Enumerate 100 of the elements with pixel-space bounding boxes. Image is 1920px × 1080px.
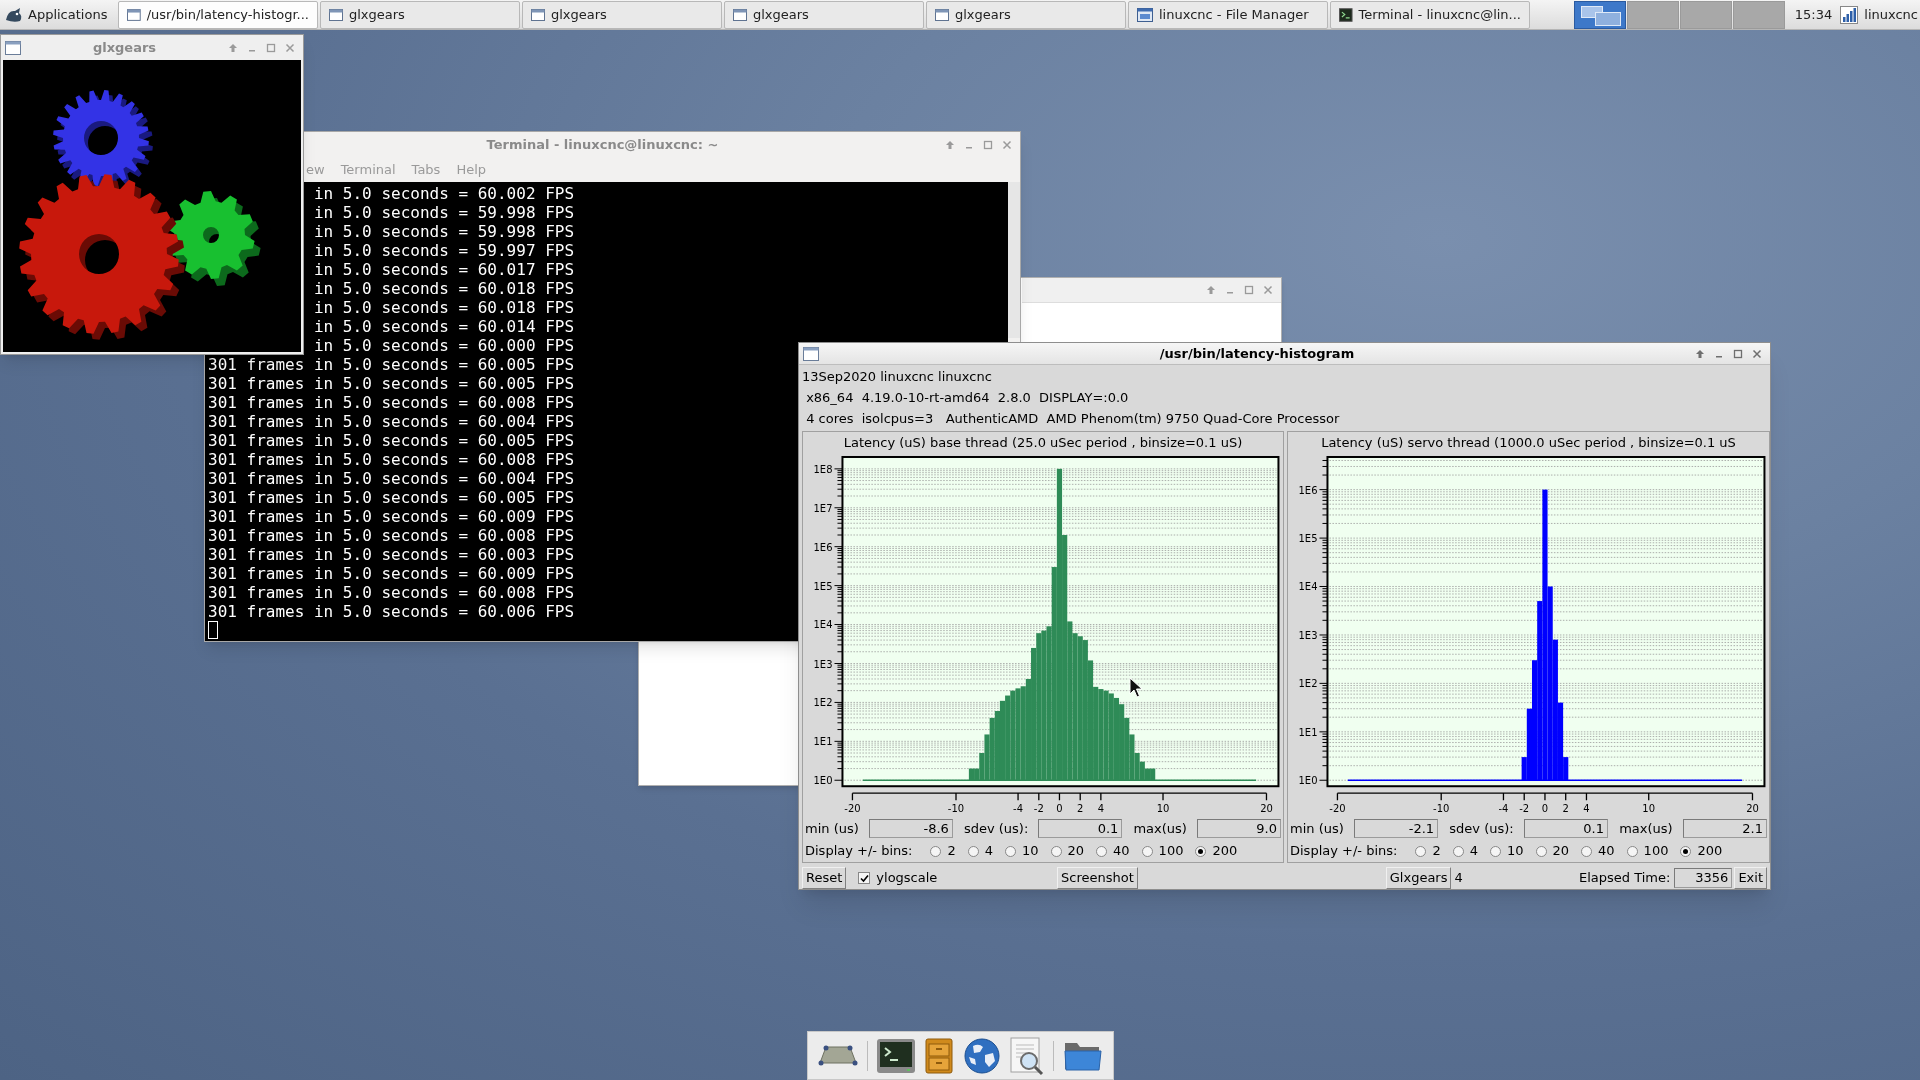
exit-button[interactable]: Exit	[1734, 867, 1767, 889]
axis-label: 0	[1056, 803, 1063, 815]
bins-label: Display +/- bins:	[805, 842, 913, 861]
maximize-icon[interactable]	[1733, 348, 1743, 359]
workspace-button[interactable]	[1679, 0, 1732, 29]
bins-radio[interactable]: 10	[1004, 841, 1039, 861]
taskbar-button[interactable]: Terminal - linuxcnc@lin...	[1330, 0, 1530, 29]
window-title: glxgears	[92, 38, 157, 57]
system-info: 4 cores isolcpus=3 AuthenticAMD AMD Phenom(tm) 9750 Quad-Core Processor	[805, 409, 1340, 428]
pin-icon[interactable]	[1206, 285, 1216, 295]
radio-button[interactable]	[1535, 845, 1547, 857]
close-icon[interactable]	[1002, 140, 1012, 150]
pin-icon[interactable]	[945, 140, 955, 150]
radio-button[interactable]	[1096, 845, 1108, 857]
cabinet-icon[interactable]	[924, 1036, 955, 1075]
terminal-line: 301 frames in 5.0 seconds = 60.008 FPS	[208, 450, 575, 469]
workspace-button[interactable]	[1573, 0, 1626, 29]
axis-label: 1E4	[813, 619, 833, 631]
terminal-line: 301 frames in 5.0 seconds = 60.009 FPS	[208, 507, 575, 526]
radio-button[interactable]	[1195, 845, 1207, 857]
radio-button[interactable]	[1489, 845, 1501, 857]
radio-button[interactable]	[967, 845, 979, 857]
terminal-line: 301 frames in 5.0 seconds = 60.006 FPS	[208, 602, 575, 621]
radio-button[interactable]	[1581, 845, 1593, 857]
close-icon[interactable]	[1752, 348, 1762, 359]
terminal-line: 301 frames in 5.0 seconds = 60.008 FPS	[208, 526, 575, 545]
radio-button[interactable]	[1680, 845, 1692, 857]
terminal-line: 301 frames in 5.0 seconds = 60.008 FPS	[208, 393, 575, 412]
logscale-checkbox[interactable]: ylogscale	[858, 868, 938, 888]
document-search-icon[interactable]	[1009, 1035, 1046, 1076]
axis-label: 1E8	[813, 463, 833, 475]
taskbar-button[interactable]: /usr/bin/latency-histogr...	[118, 0, 318, 29]
radio-button[interactable]	[1452, 845, 1464, 857]
bins-radio[interactable]: 200	[1680, 841, 1723, 861]
radio-button[interactable]	[1004, 845, 1016, 857]
user-name[interactable]: linuxcnc	[1858, 4, 1920, 25]
taskbar-button[interactable]: glxgears	[926, 0, 1126, 29]
terminal-icon[interactable]	[875, 1037, 916, 1074]
radio-button[interactable]	[1626, 845, 1638, 857]
bins-radio[interactable]: 20	[1535, 841, 1570, 861]
stat-field: 0.1	[1038, 819, 1123, 839]
bins-radio[interactable]: 4	[1452, 841, 1478, 861]
pin-icon[interactable]	[1695, 348, 1705, 359]
maximize-icon[interactable]	[983, 140, 993, 150]
workspace-button[interactable]	[1732, 0, 1785, 29]
globe-icon[interactable]	[962, 1036, 1001, 1075]
title-bar[interactable]: /usr/bin/latency-histogram	[799, 343, 1770, 365]
bins-radio[interactable]: 100	[1626, 841, 1669, 861]
clock[interactable]: 15:34	[1786, 4, 1841, 25]
taskbar-button[interactable]: glxgears	[724, 0, 924, 29]
bar-graph-icon[interactable]	[1840, 5, 1859, 24]
terminal-line: in 5.0 seconds = 60.018 FPS	[313, 298, 575, 317]
maximize-icon[interactable]	[1244, 285, 1254, 295]
workspace-button[interactable]	[1626, 0, 1679, 29]
window-icon	[803, 346, 819, 361]
bins-radio[interactable]: 40	[1581, 841, 1615, 861]
window-icon	[329, 8, 343, 21]
bins-radio[interactable]: 200	[1195, 841, 1238, 861]
taskbar-button[interactable]: glxgears	[522, 0, 722, 29]
glxgears-button[interactable]: Glxgears	[1385, 867, 1452, 889]
radio-button[interactable]	[930, 845, 942, 857]
axis-label: -20	[844, 803, 861, 815]
bins-radio[interactable]: 100	[1141, 841, 1184, 861]
applications-menu[interactable]: Applications	[0, 0, 118, 29]
stat-label: max(us)	[1618, 819, 1673, 838]
pin-icon[interactable]	[228, 42, 238, 53]
axis-label: 20	[1260, 803, 1273, 815]
axis-label: 1E0	[1298, 775, 1318, 787]
maximize-icon[interactable]	[266, 42, 276, 53]
elapsed-time-label: Elapsed Time:	[1578, 869, 1671, 888]
checkbox[interactable]	[858, 872, 871, 884]
radio-button[interactable]	[1050, 845, 1062, 857]
axis-label: -4	[1498, 803, 1509, 815]
axis-label: 4	[1583, 803, 1590, 815]
terminal-line: 301 frames in 5.0 seconds = 60.004 FPS	[208, 412, 575, 431]
terminal-line: 301 frames in 5.0 seconds = 60.005 FPS	[208, 488, 575, 507]
bins-radio[interactable]: 20	[1050, 841, 1085, 861]
bins-radio[interactable]: 4	[967, 841, 993, 861]
window-title: /usr/bin/latency-histogram	[1159, 344, 1355, 363]
scrollbar[interactable]	[1008, 182, 1020, 338]
axis-label: 10	[1156, 803, 1170, 815]
axis-label: 1E5	[813, 580, 833, 592]
close-icon[interactable]	[285, 42, 295, 53]
close-icon[interactable]	[1263, 285, 1273, 295]
bins-radio[interactable]: 2	[930, 841, 956, 861]
terminal-line: in 5.0 seconds = 60.002 FPS	[313, 184, 575, 203]
reset-button[interactable]: Reset	[802, 867, 847, 889]
axis-label: -4	[1013, 803, 1024, 815]
taskbar-button[interactable]: glxgears	[320, 0, 520, 29]
screenshot-button[interactable]: Screenshot	[1057, 867, 1138, 889]
stat-field: 2.1	[1682, 819, 1767, 839]
terminal-line: in 5.0 seconds = 59.997 FPS	[313, 241, 575, 260]
radio-button[interactable]	[1415, 845, 1427, 857]
window-icon	[531, 8, 545, 21]
bins-radio[interactable]: 2	[1415, 841, 1441, 861]
taskbar-button[interactable]: linuxcnc - File Manager	[1128, 0, 1328, 29]
radio-button[interactable]	[1141, 845, 1153, 857]
bins-radio[interactable]: 10	[1489, 841, 1524, 861]
bins-radio[interactable]: 40	[1096, 841, 1130, 861]
stat-label: sdev (us):	[1448, 819, 1514, 838]
